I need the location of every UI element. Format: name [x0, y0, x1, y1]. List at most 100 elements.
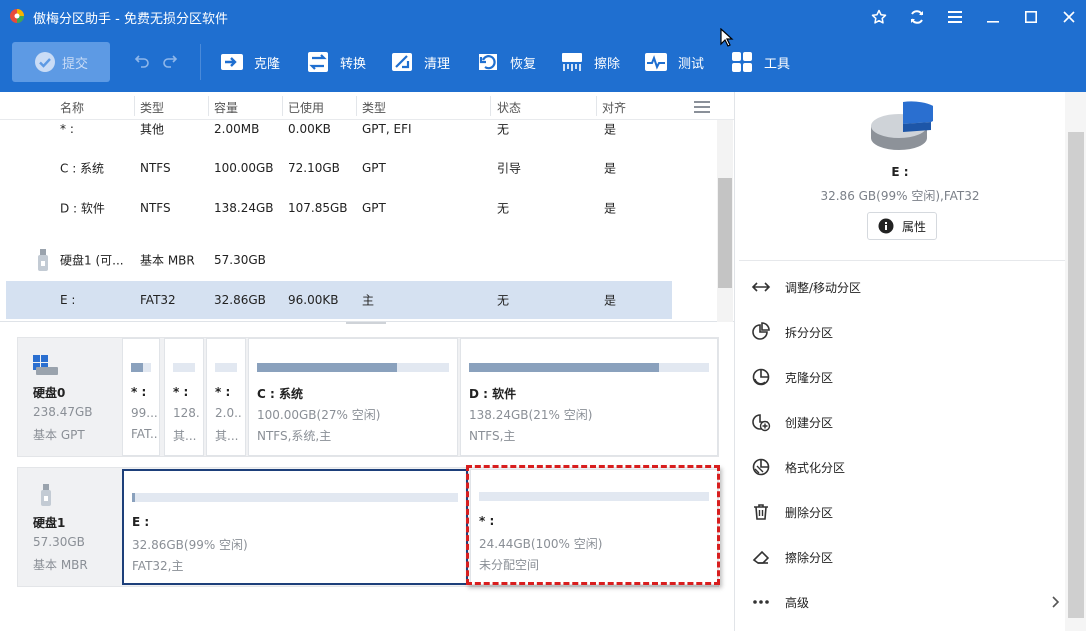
op-clone-partition[interactable]: 克隆分区 — [751, 365, 833, 389]
cell-type: FAT32 — [140, 293, 176, 307]
column-header-align[interactable]: 对齐 — [602, 99, 626, 116]
cell-used: 107.85GB — [288, 201, 348, 215]
cell-capacity: 32.86GB — [214, 293, 266, 307]
column-settings-icon[interactable] — [694, 101, 710, 113]
op-label: 克隆分区 — [785, 370, 834, 385]
more-icon — [753, 600, 769, 604]
partition-block-selected[interactable]: E : 32.86GB(99% 空闲) FAT32,主 — [122, 469, 468, 585]
clone-partition-icon — [752, 368, 770, 386]
tool-wipe-button[interactable]: 擦除 — [560, 50, 620, 74]
tool-test-button[interactable]: 测试 — [644, 50, 704, 74]
column-header-name[interactable]: 名称 — [60, 99, 84, 116]
usb-drive-icon — [41, 484, 51, 506]
op-label: 擦除分区 — [785, 550, 834, 565]
op-resize-move[interactable]: 调整/移动分区 — [751, 275, 861, 299]
cell-status: 引导 — [497, 161, 522, 176]
op-wipe-partition[interactable]: 擦除分区 — [751, 545, 833, 569]
usage-bar — [215, 363, 237, 372]
partition-name: * : — [215, 385, 231, 399]
partition-size: 2.0... — [215, 406, 243, 420]
usage-fill — [132, 493, 136, 502]
column-header-capacity[interactable]: 容量 — [214, 99, 238, 116]
list-scrollbar-thumb[interactable] — [718, 178, 732, 288]
op-label: 格式化分区 — [785, 460, 846, 475]
usage-bar — [132, 493, 458, 502]
table-row-selected[interactable]: E : FAT32 32.86GB 96.00KB 主 无 是 — [6, 281, 672, 319]
window-title: 傲梅分区助手 - 免费无损分区软件 — [33, 12, 228, 27]
op-format-partition[interactable]: 格式化分区 — [751, 455, 845, 479]
undo-icon[interactable] — [134, 52, 150, 68]
column-header-used[interactable]: 已使用 — [288, 99, 324, 116]
column-header-status[interactable]: 状态 — [497, 99, 521, 116]
properties-button[interactable]: 属性 — [867, 212, 937, 240]
usage-fill — [257, 363, 398, 372]
partition-name: E : — [132, 515, 150, 529]
partition-block[interactable]: * : 99.... FAT... — [122, 338, 160, 456]
table-row-disk[interactable]: 硬盘1 (可... 基本 MBR 57.30GB — [0, 241, 672, 279]
favorite-button[interactable] — [868, 6, 890, 28]
cell-status: 无 — [497, 201, 510, 216]
tool-tools-button[interactable]: 工具 — [730, 50, 790, 74]
op-advanced[interactable]: 高级 — [751, 590, 1061, 614]
properties-label: 属性 — [901, 219, 926, 234]
column-header-partition-type[interactable]: 类型 — [362, 99, 386, 116]
operations-panel: E : 32.86 GB(99% 空闲),FAT32 属性 调整/移动分区 拆分… — [734, 92, 1086, 631]
tool-label: 恢复 — [510, 56, 537, 72]
table-row[interactable]: C : 系统 NTFS 100.00GB 72.10GB GPT 引导 是 — [0, 149, 672, 187]
minimize-icon — [987, 21, 999, 23]
disk-name: 硬盘1 — [33, 516, 66, 530]
toolbar-separator — [200, 44, 201, 80]
tool-label: 擦除 — [594, 56, 621, 72]
tool-clean-button[interactable]: 清理 — [390, 50, 450, 74]
clean-icon — [392, 53, 412, 71]
cell-partition-type: 主 — [362, 293, 375, 308]
op-label: 高级 — [785, 595, 810, 610]
panel-scrollbar-thumb[interactable] — [1068, 132, 1084, 618]
op-label: 删除分区 — [785, 505, 834, 520]
disk-card-0[interactable]: 硬盘0 238.47GB 基本 GPT * : 99.... FAT... * … — [17, 337, 719, 457]
tool-clone-button[interactable]: 克隆 — [220, 50, 280, 74]
table-row[interactable]: * : 其他 2.00MB 0.00KB GPT, EFI 无 是 — [0, 120, 672, 138]
partition-block[interactable]: * : 128.... 其... — [164, 338, 204, 456]
usage-bar — [469, 363, 709, 372]
partition-size: 99.... — [131, 406, 157, 420]
close-button[interactable] — [1058, 6, 1080, 28]
partition-block[interactable]: C : 系统 100.00GB(27% 空闲) NTFS,系统,主 — [248, 338, 458, 456]
app-logo-icon — [10, 9, 24, 23]
column-separator — [134, 96, 135, 116]
cell-align: 是 — [604, 201, 617, 216]
op-split-partition[interactable]: 拆分分区 — [751, 320, 833, 344]
cell-align: 是 — [604, 161, 617, 176]
menu-button[interactable] — [944, 6, 966, 28]
op-create-partition[interactable]: 创建分区 — [751, 410, 833, 434]
cell-used: 72.10GB — [288, 161, 340, 175]
op-delete-partition[interactable]: 删除分区 — [751, 500, 833, 524]
cell-type: 其他 — [140, 122, 165, 137]
tool-label: 测试 — [678, 56, 705, 72]
partition-block[interactable]: D : 软件 138.24GB(21% 空闲) NTFS,主 — [460, 338, 718, 456]
recover-icon — [479, 54, 497, 70]
tool-recover-button[interactable]: 恢复 — [476, 50, 536, 74]
cell-name: 硬盘1 (可... — [60, 253, 124, 268]
test-icon — [645, 53, 667, 71]
cell-type: NTFS — [140, 201, 171, 215]
minimize-button[interactable] — [982, 6, 1004, 28]
format-partition-icon — [752, 458, 770, 476]
tool-convert-button[interactable]: 转换 — [306, 50, 366, 74]
table-row[interactable]: D : 软件 NTFS 138.24GB 107.85GB GPT 无 是 — [0, 189, 672, 227]
cell-type: NTFS — [140, 161, 171, 175]
cell-status: 无 — [497, 293, 510, 308]
partition-fs: NTFS,主 — [469, 429, 516, 443]
usb-drive-icon — [38, 249, 48, 271]
column-header-type[interactable]: 类型 — [140, 99, 164, 116]
partition-block[interactable]: * : 2.0... 其... — [206, 338, 246, 456]
usage-bar — [131, 363, 151, 372]
cell-name: * : — [60, 122, 74, 136]
column-separator — [282, 96, 283, 116]
usage-bar — [257, 363, 449, 372]
redo-icon[interactable] — [162, 52, 178, 68]
tool-label: 清理 — [424, 56, 451, 72]
submit-button[interactable]: 提交 — [12, 42, 110, 82]
refresh-button[interactable] — [906, 6, 928, 28]
maximize-button[interactable] — [1020, 6, 1042, 28]
